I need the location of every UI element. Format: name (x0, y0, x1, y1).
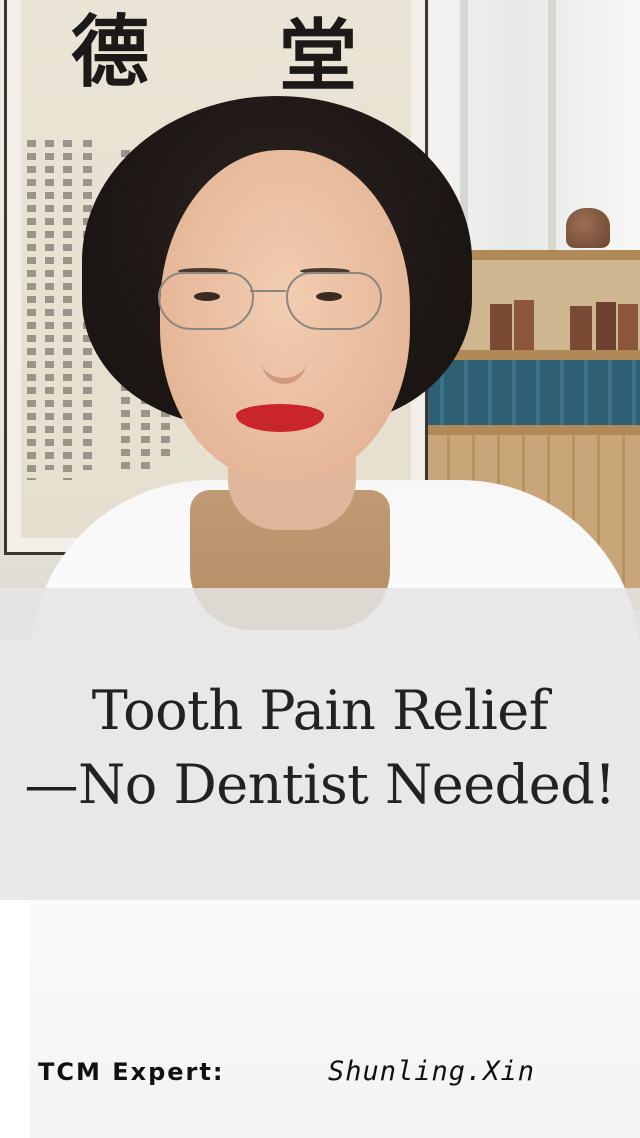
video-frame: 德 堂 Tooth Pain Relief —No Dentist Needed… (0, 0, 640, 1138)
credit-bar: TCM Expert: Shunling.Xin (0, 1040, 640, 1110)
calligraphy-character: 德 (71, 7, 150, 98)
credit-name: Shunling.Xin (328, 1056, 536, 1087)
glasses-bridge (250, 290, 286, 292)
shelf-board (400, 425, 640, 435)
book-row (470, 298, 640, 350)
calligraphy-text-column (63, 140, 72, 480)
credit-label: TCM Expert: (38, 1058, 225, 1086)
title-line-1: Tooth Pain Relief (91, 679, 549, 742)
glasses-icon (158, 272, 254, 330)
window-frame (548, 0, 556, 250)
calligraphy-text-column (27, 140, 36, 480)
title-line-2: —No Dentist Needed! (24, 753, 616, 816)
nose (262, 320, 306, 384)
clay-pot-decoration (566, 208, 610, 248)
book-row-teal (420, 360, 640, 425)
title-overlay (0, 588, 640, 900)
calligraphy-character: 堂 (279, 11, 358, 102)
calligraphy-text-column (45, 140, 54, 470)
